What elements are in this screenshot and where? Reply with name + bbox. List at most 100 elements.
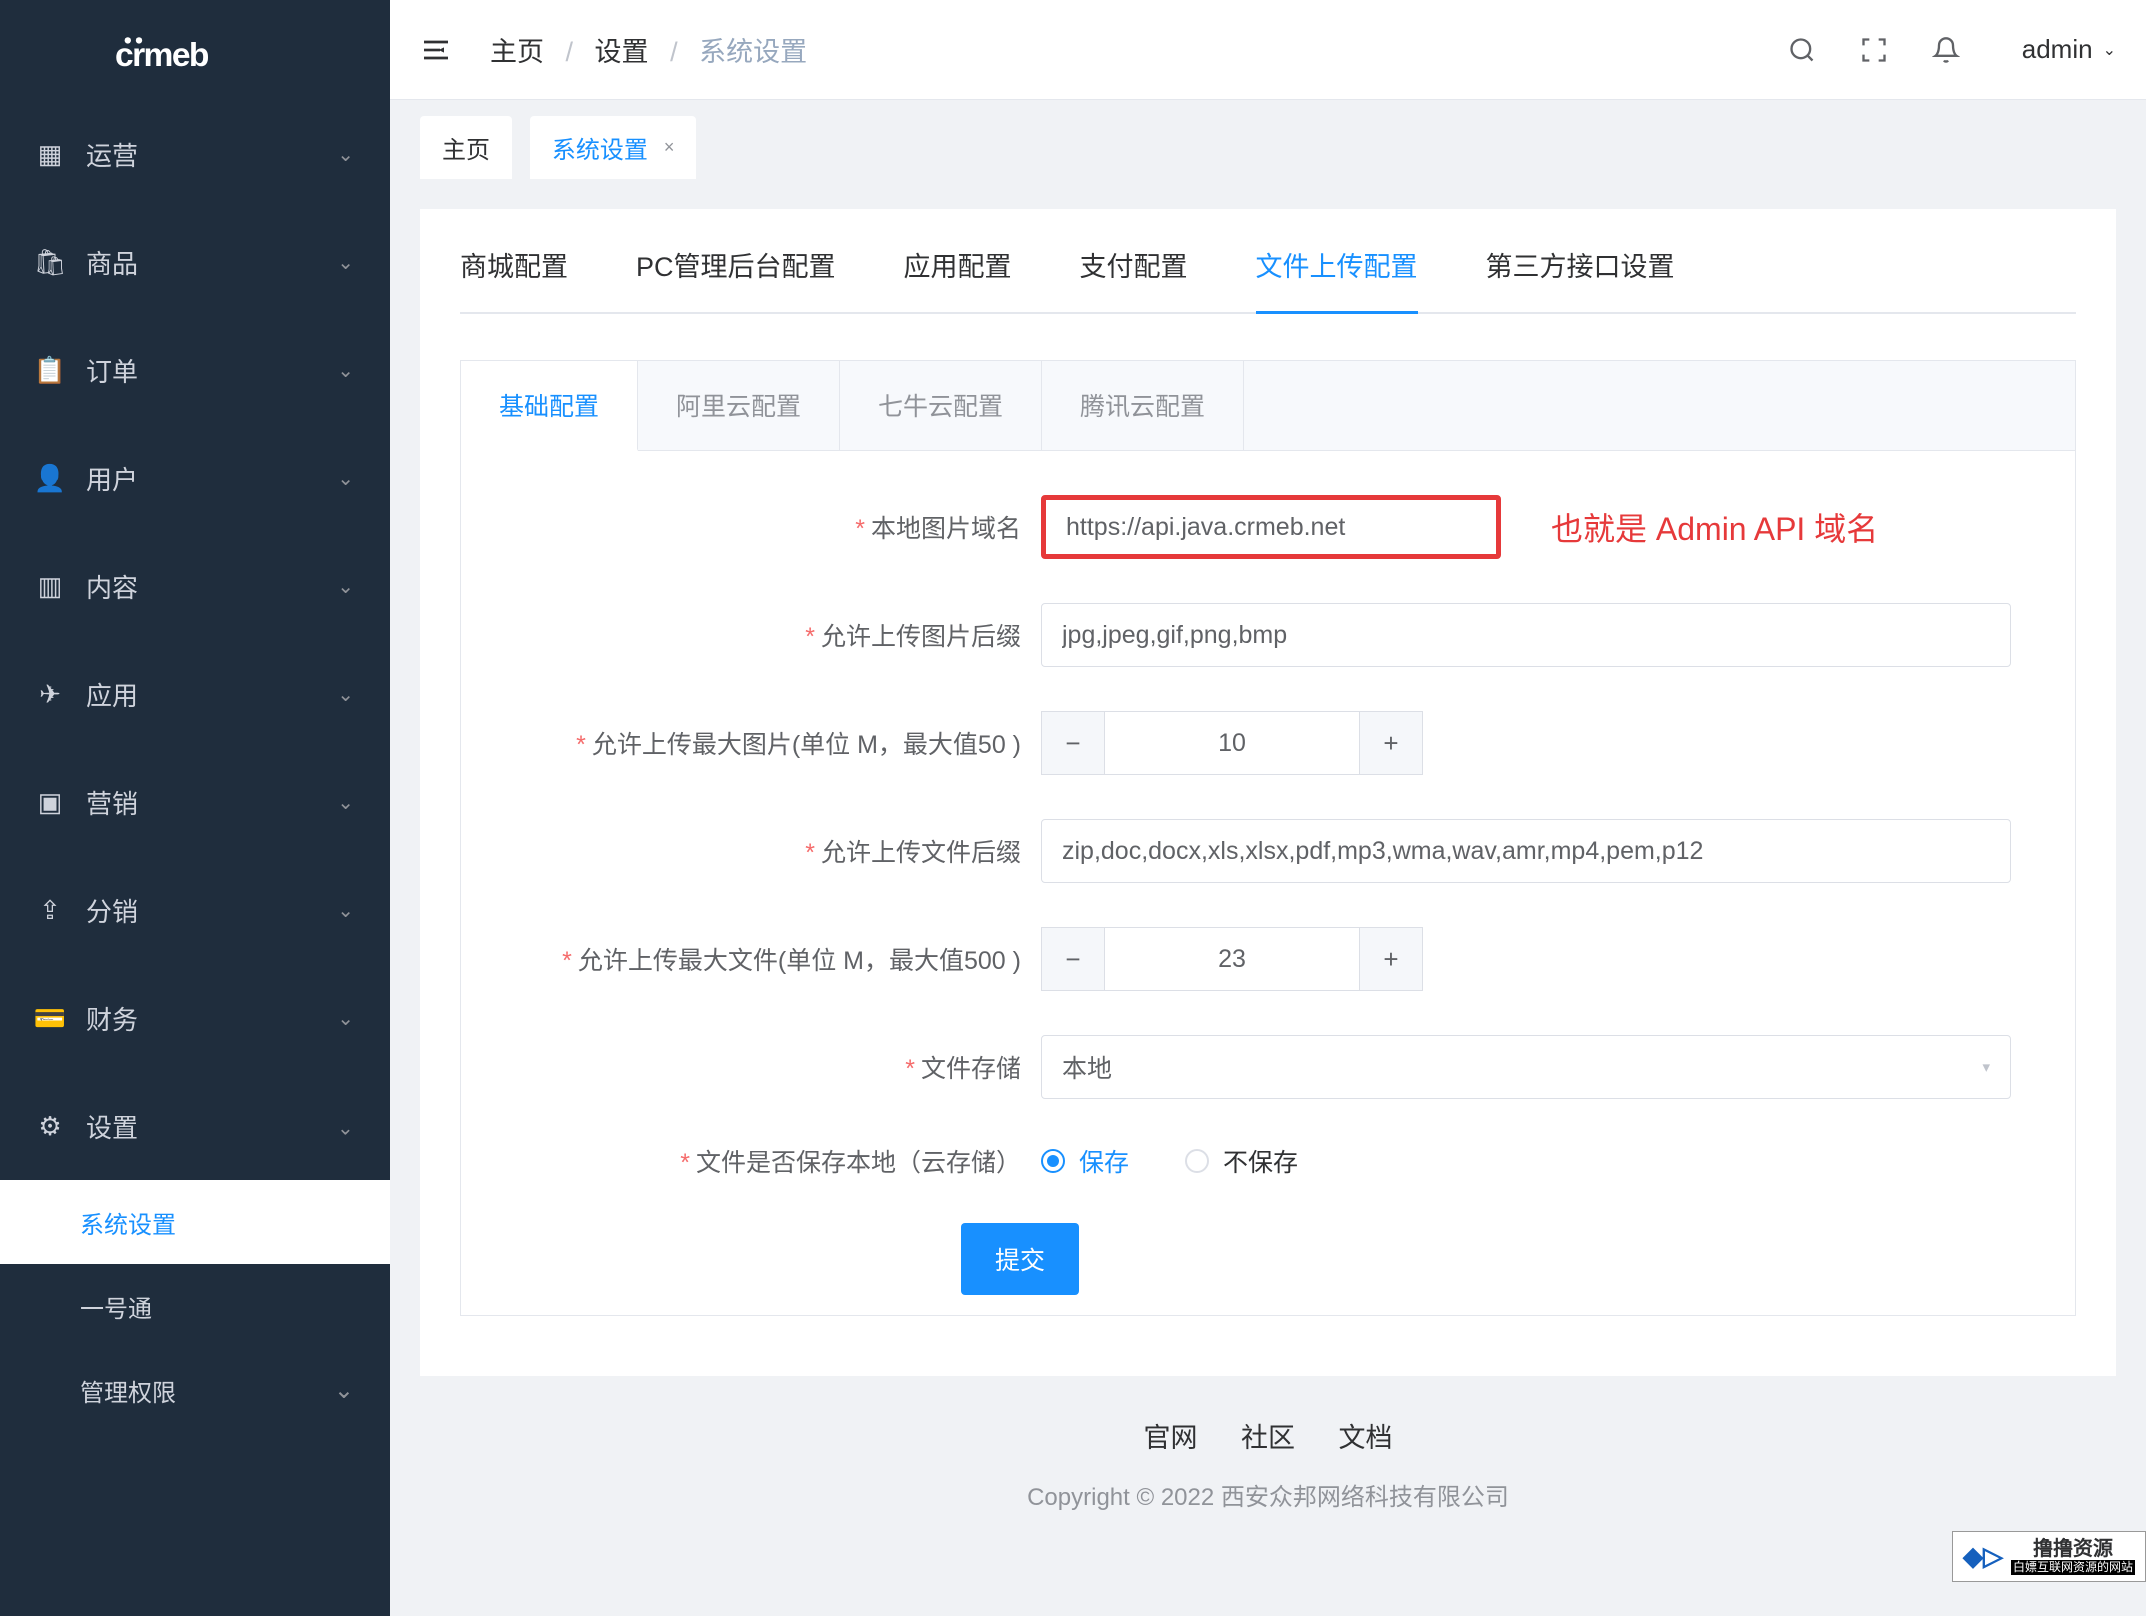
sidebar-collapse-button[interactable]	[420, 30, 460, 70]
tab-file-upload-config[interactable]: 文件上传配置	[1256, 245, 1418, 312]
increment-button[interactable]: +	[1359, 711, 1423, 775]
label-local-image-domain: *本地图片域名	[501, 509, 1041, 545]
decrement-button[interactable]: −	[1041, 711, 1105, 775]
tab-pc-admin-config[interactable]: PC管理后台配置	[636, 245, 836, 312]
submenu-admin-permission[interactable]: 管理权限⌄	[0, 1348, 390, 1432]
tab-app-config[interactable]: 应用配置	[904, 245, 1012, 312]
input-local-image-domain[interactable]	[1041, 495, 1501, 559]
sidebar-item-settings[interactable]: ⚙设置⌃	[0, 1072, 390, 1180]
breadcrumb-settings[interactable]: 设置	[595, 37, 649, 67]
input-allowed-image-ext[interactable]	[1041, 603, 2011, 667]
upload-config-form: *本地图片域名 也就是 Admin API 域名 *允许上传图片后缀 *允许上传…	[461, 451, 2075, 1315]
plane-icon: ✈	[36, 680, 64, 708]
sidebar-item-product[interactable]: 🛍商品⌄	[0, 208, 390, 316]
tab-thirdparty-config[interactable]: 第三方接口设置	[1486, 245, 1675, 312]
tab-payment-config[interactable]: 支付配置	[1080, 245, 1188, 312]
main: 主页 / 设置 / 系统设置 admin⌄ 主页 系统设置× 商城配置 PC管理…	[390, 0, 2146, 1616]
subtab-qiniu-config[interactable]: 七牛云配置	[840, 361, 1042, 450]
input-allowed-file-ext[interactable]	[1041, 819, 2011, 883]
chevron-down-icon: ⌄	[337, 358, 354, 383]
config-main-tabs: 商城配置 PC管理后台配置 应用配置 支付配置 文件上传配置 第三方接口设置	[460, 245, 2076, 314]
input-max-image-size[interactable]	[1105, 711, 1359, 775]
grid-icon: ▦	[36, 140, 64, 168]
sidebar-item-distribution[interactable]: ⇪分销⌄	[0, 856, 390, 964]
link-official-site[interactable]: 官网	[1143, 1423, 1197, 1453]
label-allowed-image-ext: *允许上传图片后缀	[501, 617, 1041, 653]
user-dropdown[interactable]: admin⌄	[2022, 34, 2116, 65]
stepper-max-file-size: − +	[1041, 927, 1423, 991]
subtab-basic-config[interactable]: 基础配置	[461, 361, 638, 451]
link-community[interactable]: 社区	[1241, 1423, 1295, 1453]
watermark-badge: ◆▷ 撸撸资源 白嫖互联网资源的网站	[1952, 1531, 2146, 1582]
radio-not-save[interactable]: 不保存	[1185, 1143, 1298, 1179]
sidebar-menu: ▦运营⌄ 🛍商品⌄ 📋订单⌄ 👤用户⌄ ▥内容⌄ ✈应用⌄ ▣营销⌄ ⇪分销⌄ …	[0, 100, 390, 1616]
chevron-down-icon: ⌄	[337, 682, 354, 707]
chevron-down-icon: ▾	[1982, 1058, 1990, 1076]
tab-mall-config[interactable]: 商城配置	[460, 245, 568, 312]
share-icon: ⇪	[36, 896, 64, 924]
select-file-storage[interactable]: 本地▾	[1041, 1035, 2011, 1099]
search-icon[interactable]	[1786, 34, 1818, 66]
user-icon: 👤	[36, 464, 64, 492]
bell-icon[interactable]	[1930, 34, 1962, 66]
sidebar-item-operation[interactable]: ▦运营⌄	[0, 100, 390, 208]
input-max-file-size[interactable]	[1105, 927, 1359, 991]
bag-icon: 🛍	[36, 248, 64, 276]
submenu-onepass[interactable]: 一号通	[0, 1264, 390, 1348]
label-file-storage: *文件存储	[501, 1049, 1041, 1085]
decrement-button[interactable]: −	[1041, 927, 1105, 991]
chevron-down-icon: ⌄	[337, 142, 354, 167]
page-tabs: 主页 系统设置×	[390, 100, 2146, 179]
fullscreen-icon[interactable]	[1858, 34, 1890, 66]
chevron-down-icon: ⌄	[337, 898, 354, 923]
breadcrumb-home[interactable]: 主页	[490, 37, 544, 67]
label-save-local: *文件是否保存本地（云存储）	[501, 1143, 1041, 1179]
sidebar: crmeb ▦运营⌄ 🛍商品⌄ 📋订单⌄ 👤用户⌄ ▥内容⌄ ✈应用⌄ ▣营销⌄…	[0, 0, 390, 1616]
radio-dot-icon	[1041, 1149, 1065, 1173]
chart-icon: ▣	[36, 788, 64, 816]
clipboard-icon: 📋	[36, 356, 64, 384]
sidebar-item-marketing[interactable]: ▣营销⌄	[0, 748, 390, 856]
sidebar-item-order[interactable]: 📋订单⌄	[0, 316, 390, 424]
submenu-system-settings[interactable]: 系统设置	[0, 1180, 390, 1264]
logo: crmeb	[0, 0, 390, 100]
radio-save[interactable]: 保存	[1041, 1143, 1129, 1179]
subtab-tencent-config[interactable]: 腾讯云配置	[1042, 361, 1244, 450]
label-allowed-file-ext: *允许上传文件后缀	[501, 833, 1041, 869]
page-tab-home[interactable]: 主页	[420, 116, 512, 179]
subtab-aliyun-config[interactable]: 阿里云配置	[638, 361, 840, 450]
chevron-down-icon: ⌄	[337, 250, 354, 275]
chevron-down-icon: ⌄	[337, 790, 354, 815]
increment-button[interactable]: +	[1359, 927, 1423, 991]
chevron-down-icon: ⌄	[2103, 40, 2116, 60]
footer-links: 官网 社区 文档	[420, 1416, 2116, 1455]
sidebar-item-finance[interactable]: 💳财务⌄	[0, 964, 390, 1072]
label-max-image-size: *允许上传最大图片(单位 M，最大值50 )	[501, 725, 1041, 761]
stepper-max-image-size: − +	[1041, 711, 1423, 775]
chevron-down-icon: ⌄	[337, 1006, 354, 1031]
chevron-down-icon: ⌄	[337, 466, 354, 491]
header: 主页 / 设置 / 系统设置 admin⌄	[390, 0, 2146, 100]
content: 商城配置 PC管理后台配置 应用配置 支付配置 文件上传配置 第三方接口设置 基…	[390, 179, 2146, 1616]
sidebar-item-app[interactable]: ✈应用⌄	[0, 640, 390, 748]
wallet-icon: 💳	[36, 1004, 64, 1032]
columns-icon: ▥	[36, 572, 64, 600]
footer: 官网 社区 文档 Copyright © 2022 西安众邦网络科技有限公司 ◆…	[420, 1376, 2116, 1552]
chevron-down-icon: ⌄	[334, 1376, 354, 1405]
gear-icon: ⚙	[36, 1112, 64, 1140]
watermark-logo-icon: ◆▷	[1963, 1541, 2003, 1572]
page-tab-system-settings[interactable]: 系统设置×	[530, 116, 697, 179]
breadcrumb-current: 系统设置	[699, 37, 807, 67]
submit-button[interactable]: 提交	[961, 1223, 1079, 1295]
svg-text:crmeb: crmeb	[115, 37, 209, 74]
breadcrumb: 主页 / 设置 / 系统设置	[490, 30, 1786, 69]
config-sub-tabs-wrap: 基础配置 阿里云配置 七牛云配置 腾讯云配置 *本地图片域名 也就是 Admin…	[460, 360, 2076, 1316]
close-icon[interactable]: ×	[664, 137, 675, 158]
label-max-file-size: *允许上传最大文件(单位 M，最大值500 )	[501, 941, 1041, 977]
link-docs[interactable]: 文档	[1339, 1423, 1393, 1453]
annotation-admin-api: 也就是 Admin API 域名	[1551, 504, 1878, 550]
settings-card: 商城配置 PC管理后台配置 应用配置 支付配置 文件上传配置 第三方接口设置 基…	[420, 209, 2116, 1376]
sidebar-item-content[interactable]: ▥内容⌄	[0, 532, 390, 640]
sidebar-item-user[interactable]: 👤用户⌄	[0, 424, 390, 532]
radio-dot-icon	[1185, 1149, 1209, 1173]
